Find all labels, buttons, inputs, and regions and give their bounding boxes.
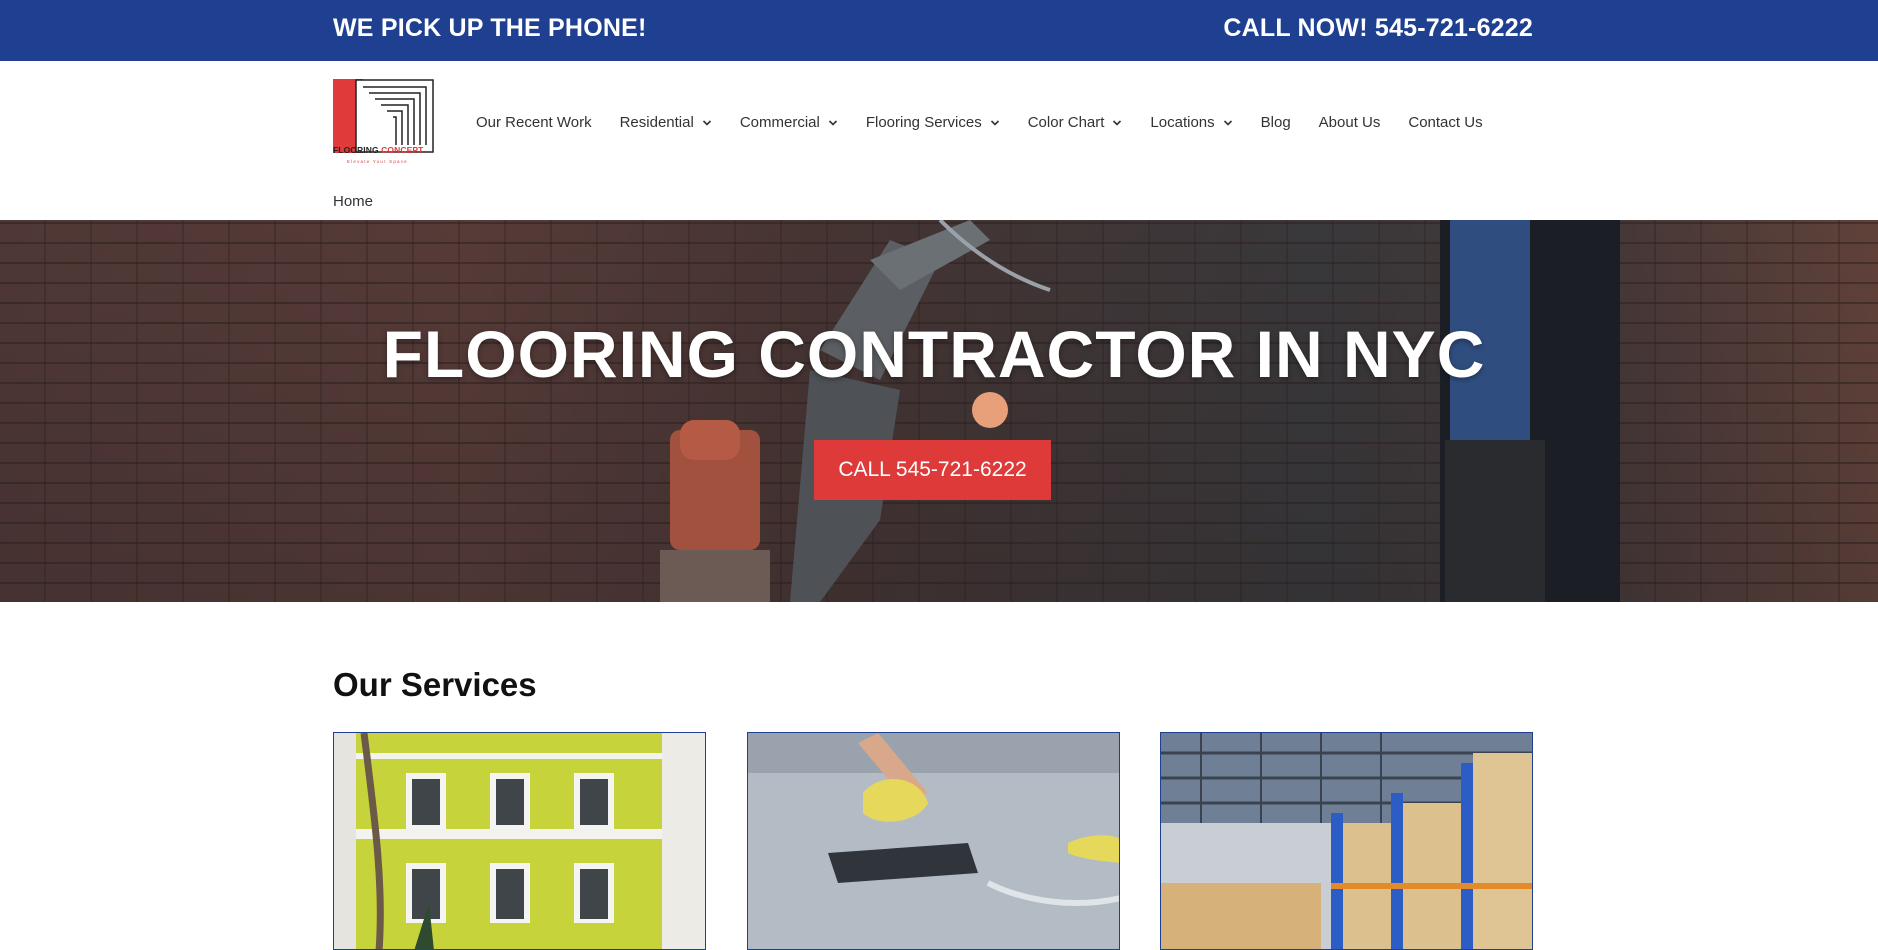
service-card-commercial[interactable] <box>1160 732 1533 950</box>
floor-grinder-image <box>660 220 1051 602</box>
hero-call-button[interactable]: CALL 545-721-6222 <box>814 440 1051 500</box>
top-announcement-bar: WE PICK UP THE PHONE! CALL NOW! 545-721-… <box>0 0 1878 61</box>
site-header: FLOORING CONCEPT Elevate Your Space Our … <box>0 61 1878 220</box>
chevron-down-icon <box>702 119 711 126</box>
nav-blog[interactable]: Blog <box>1261 114 1291 131</box>
hero-banner: FLOORING CONTRACTOR IN NYC CALL 545-721-… <box>0 220 1878 602</box>
residential-building-image <box>334 733 705 949</box>
nav-flooring-services[interactable]: Flooring Services <box>866 114 1000 131</box>
nav-color-chart[interactable]: Color Chart <box>1028 114 1123 131</box>
site-logo[interactable]: FLOORING CONCEPT Elevate Your Space <box>333 79 434 171</box>
nav-our-recent-work[interactable]: Our Recent Work <box>476 114 592 131</box>
breadcrumb-home[interactable]: Home <box>333 193 373 210</box>
worker-legs-image <box>1440 220 1620 602</box>
service-card-residential[interactable] <box>333 732 706 950</box>
services-heading: Our Services <box>333 666 537 703</box>
nav-about-us[interactable]: About Us <box>1319 114 1381 131</box>
nav-residential[interactable]: Residential <box>620 114 712 131</box>
main-navigation: Our Recent Work Residential Commercial F… <box>476 114 1483 131</box>
logo-wordmark: FLOORING CONCEPT <box>333 145 424 155</box>
nav-contact-us[interactable]: Contact Us <box>1408 114 1482 131</box>
service-card-epoxy[interactable] <box>747 732 1120 950</box>
hero-title: FLOORING CONTRACTOR IN NYC <box>382 317 1486 391</box>
chevron-down-icon <box>828 119 837 126</box>
epoxy-floor-image <box>748 733 1119 949</box>
tagline-text: WE PICK UP THE PHONE! <box>333 14 647 42</box>
chevron-down-icon <box>1223 119 1232 126</box>
nav-locations[interactable]: Locations <box>1150 114 1232 131</box>
nav-commercial[interactable]: Commercial <box>740 114 838 131</box>
call-now-link[interactable]: CALL NOW! 545-721-6222 <box>1223 14 1533 43</box>
chevron-down-icon <box>990 119 999 126</box>
chevron-down-icon <box>1113 119 1122 126</box>
logo-tagline: Elevate Your Space <box>347 159 408 164</box>
warehouse-image <box>1161 733 1532 949</box>
logo-maze-icon <box>355 79 434 153</box>
